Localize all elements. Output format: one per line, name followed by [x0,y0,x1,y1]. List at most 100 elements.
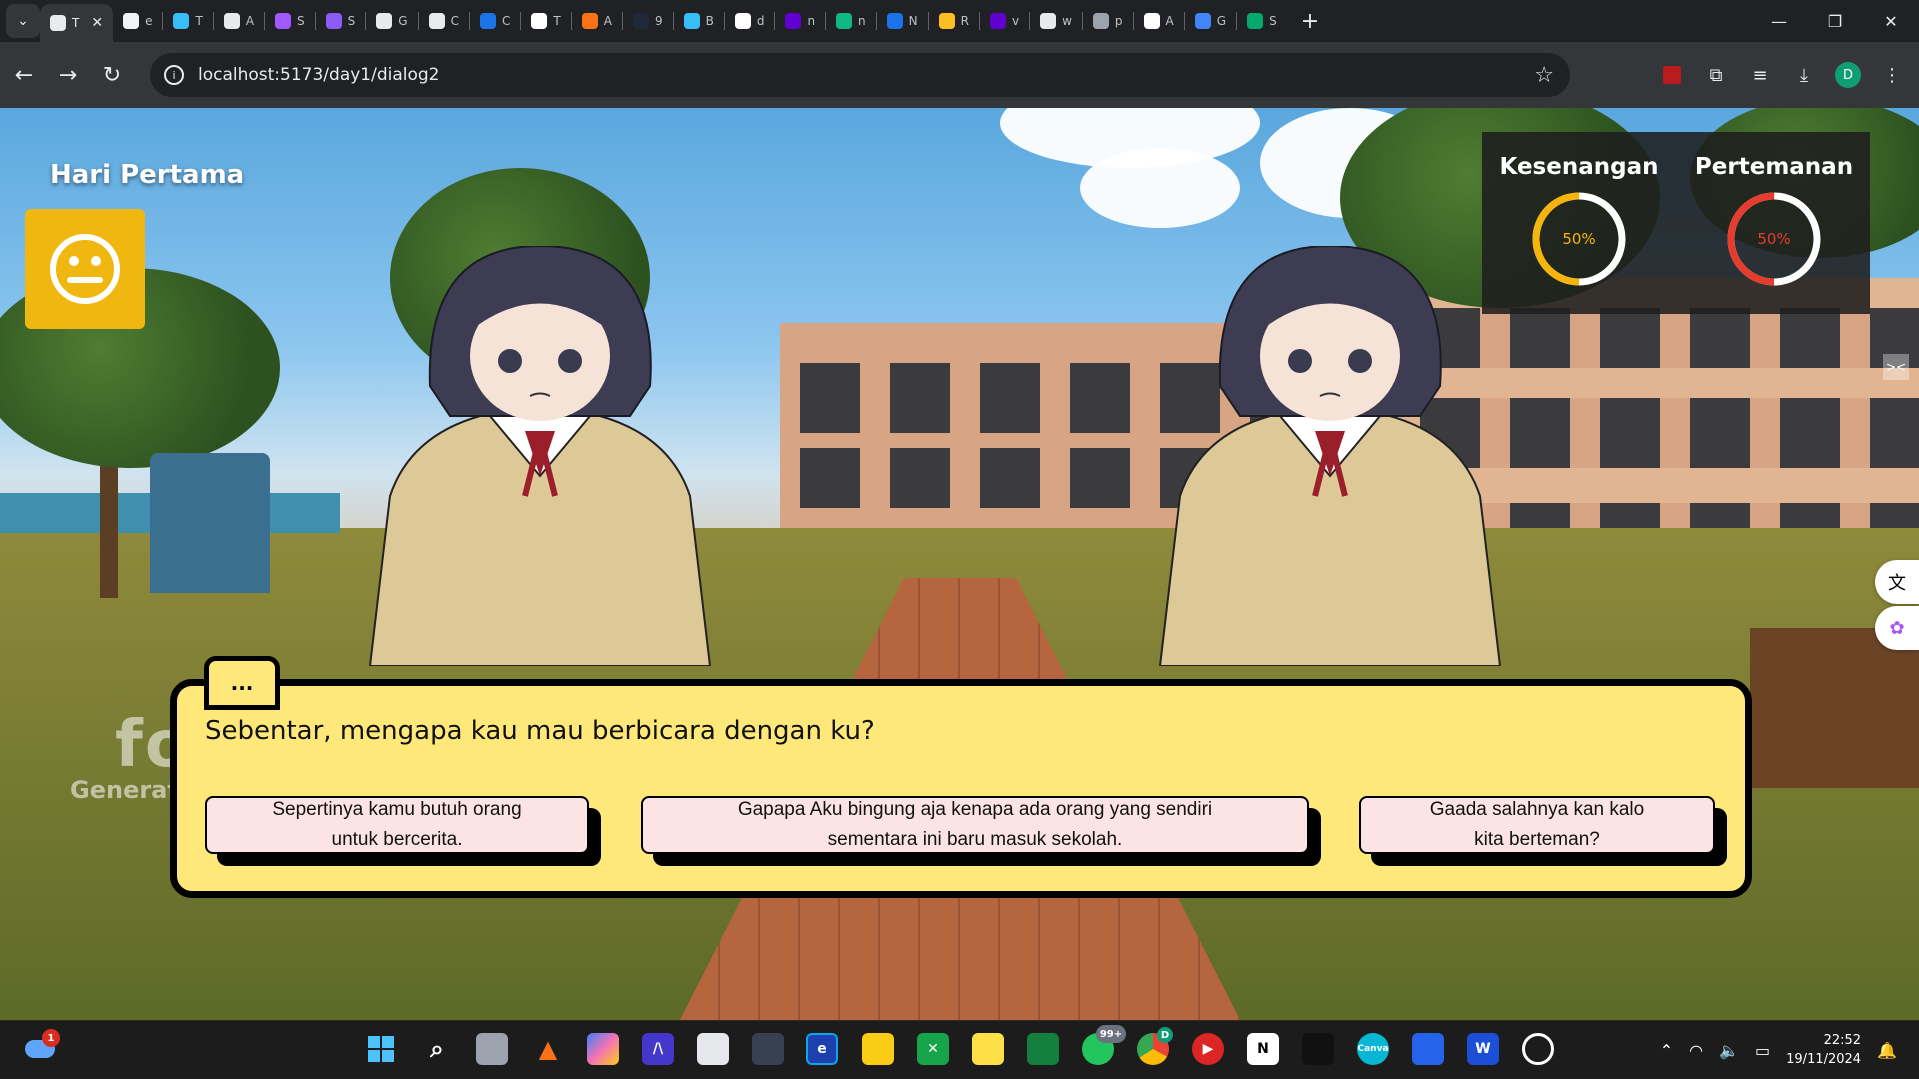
browser-tab[interactable]: R [929,4,979,38]
browser-tab[interactable]: B [674,4,724,38]
clock-app-icon[interactable] [1522,1033,1554,1065]
extension-red-icon[interactable] [1659,62,1685,88]
wifi-icon[interactable]: ◠ [1689,1041,1703,1060]
tab-close-icon[interactable]: ✕ [91,15,103,31]
file-explorer-icon[interactable] [862,1033,894,1065]
choice-button[interactable]: Sepertinya kamu butuh orang untuk berceri… [205,796,589,854]
start-windows-icon[interactable] [365,1033,397,1065]
tab-title: S [347,14,356,28]
tab-list: T ✕ e T A S S G C C T A 9 Bd n n N Rv w p A G S [40,0,1287,42]
close-window-icon[interactable]: ✕ [1863,0,1919,42]
tab-strip: ⌄ T ✕ e T A S S G C C T A 9 Bd n n N Rv w p A G S + — ❐ ✕ [0,0,1919,42]
sticky-notes-icon[interactable] [972,1033,1004,1065]
browser-tab[interactable]: C [419,4,469,38]
stat-label: Pertemanan [1694,154,1854,180]
browser-tab[interactable]: 9 [623,4,673,38]
browser-tab[interactable]: T [521,4,570,38]
browser-tab[interactable]: S [316,4,366,38]
choice-button[interactable]: Gapapa Aku bingung aja kenapa ada orang … [641,796,1309,854]
browser-tab[interactable]: n [775,4,825,38]
browser-tab[interactable]: d [725,4,775,38]
collapse-handle-icon[interactable]: >< [1883,354,1909,380]
tab-title: T [195,14,203,28]
tab-favicon-icon [479,13,496,29]
browser-tab[interactable]: S [265,4,315,38]
whatsapp-icon[interactable]: 99+ [1082,1025,1126,1065]
tab-search-button[interactable]: ⌄ [6,4,40,38]
tab-title: T [72,16,80,30]
new-tab-button[interactable]: + [1287,9,1333,34]
photos-icon[interactable] [1412,1033,1444,1065]
tab-title: S [1269,14,1277,28]
chevron-up-icon[interactable]: ⌃ [1660,1041,1673,1060]
tab-title: S [297,14,305,28]
browser-tab[interactable]: e [113,4,162,38]
stat-value: 50% [1757,230,1791,248]
choice-option-2[interactable]: Gapapa Aku bingung aja kenapa ada orang … [641,796,1321,866]
app-icon-green[interactable] [1027,1033,1059,1065]
browser-tab[interactable]: G [366,4,417,38]
browser-tab[interactable]: T [163,4,212,38]
browser-tab[interactable]: v [980,4,1029,38]
unity-icon[interactable] [752,1033,784,1065]
media-queue-icon[interactable]: ≡ [1747,62,1773,88]
download-icon[interactable]: ⤓ [1791,62,1817,88]
extensions-puzzle-icon[interactable]: ⧉ [1703,62,1729,88]
browser-tab[interactable]: p [1083,4,1133,38]
choice-option-1[interactable]: Sepertinya kamu butuh orang untuk berceri… [205,796,601,866]
browser-tab[interactable]: w [1030,4,1082,38]
character-girl-right [1158,246,1502,666]
xbox-icon[interactable]: ✕ [917,1033,949,1065]
edge-icon[interactable]: e [806,1033,838,1065]
taskbar-clock[interactable]: 22:52 19/11/2024 [1786,1031,1861,1069]
browser-tab[interactable]: A [1134,4,1184,38]
browser-tab[interactable]: S [1237,4,1287,38]
app-icon-dark[interactable] [1302,1033,1334,1065]
browser-tab[interactable]: A [214,4,264,38]
back-icon[interactable]: ← [4,55,44,95]
notification-bell-icon[interactable]: 🔔 [1877,1041,1897,1060]
copilot-icon[interactable] [587,1033,619,1065]
choice-text-line: untuk bercerita. [331,829,463,850]
choice-option-3[interactable]: Gaada salahnya kan kalo kita berteman? [1359,796,1727,866]
forward-icon[interactable]: → [48,55,88,95]
visual-studio-icon[interactable]: /\ [642,1033,674,1065]
whatsapp-badge: 99+ [1096,1025,1126,1043]
browser-tab[interactable]: N [877,4,928,38]
cloud [1080,148,1240,228]
address-bar[interactable]: i localhost:5173/day1/dialog2 ☆ [150,53,1570,97]
stat-pertemanan: Pertemanan 50% [1694,154,1854,288]
browser-toolbar: ← → ↻ i localhost:5173/day1/dialog2 ☆ ⧉ … [0,42,1919,108]
browser-tab[interactable]: A [572,4,622,38]
menu-kebab-icon[interactable]: ⋮ [1879,62,1905,88]
volume-icon[interactable]: 🔈 [1719,1041,1739,1060]
profile-avatar[interactable]: D [1835,62,1861,88]
youtube-music-icon[interactable]: ▶ [1192,1033,1224,1065]
url-text[interactable]: localhost:5173/day1/dialog2 [198,65,440,85]
reload-icon[interactable]: ↻ [92,55,132,95]
browser-tab[interactable]: C [470,4,520,38]
choice-button[interactable]: Gaada salahnya kan kalo kita berteman? [1359,796,1715,854]
microsoft-store-icon[interactable] [697,1033,729,1065]
notion-icon[interactable]: N [1247,1033,1279,1065]
minimize-icon[interactable]: — [1751,0,1807,42]
bookmark-star-icon[interactable]: ☆ [1534,63,1554,88]
translate-icon[interactable]: 文 [1875,560,1919,604]
weather-widget-icon[interactable]: 1 [24,1029,60,1065]
site-info-icon[interactable]: i [164,65,184,85]
battery-icon[interactable]: ▭ [1755,1041,1770,1060]
search-icon[interactable]: ⌕ [421,1033,453,1065]
browser-tab[interactable]: G [1185,4,1236,38]
brain-extension-icon[interactable]: ✿ [1875,606,1919,650]
canva-icon[interactable]: Canva [1357,1033,1389,1065]
browser-tab[interactable]: T ✕ [40,4,114,42]
windows-taskbar: 1 ⌕ ▲ /\ e ✕ 99+ D ▶ N Canva W ⌃ ◠ 🔈 ▭ 2… [0,1020,1919,1078]
word-icon[interactable]: W [1467,1033,1499,1065]
tab-title: e [145,14,153,28]
vlc-icon[interactable]: ▲ [532,1033,564,1065]
chrome-icon[interactable]: D [1137,1027,1173,1065]
tab-favicon-icon [734,13,751,29]
restore-icon[interactable]: ❐ [1807,0,1863,42]
task-view-icon[interactable] [476,1033,508,1065]
browser-tab[interactable]: n [826,4,876,38]
